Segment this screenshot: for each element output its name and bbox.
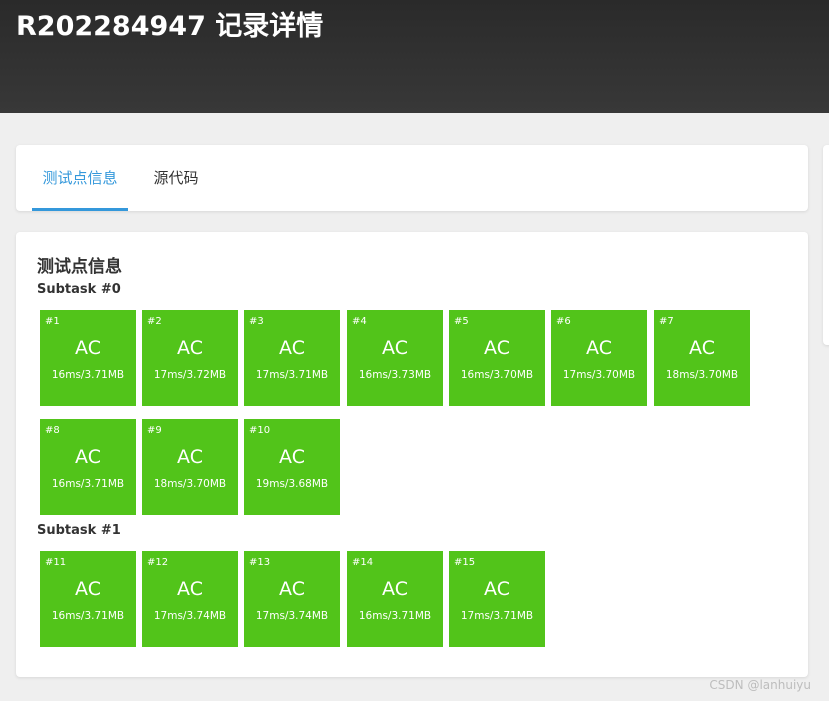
testcase-status: AC <box>177 446 203 468</box>
testcase-card[interactable]: #1 AC 16ms/3.71MB <box>40 310 136 406</box>
testcase-stats: 16ms/3.71MB <box>51 369 125 381</box>
testcase-id: #7 <box>659 316 674 327</box>
testcase-id: #3 <box>249 316 264 327</box>
testcase-panel: 测试点信息 Subtask #0 #1 AC 16ms/3.71MB #2 AC… <box>16 232 808 677</box>
testcase-card[interactable]: #4 AC 16ms/3.73MB <box>347 310 443 406</box>
testcase-stats: 18ms/3.70MB <box>665 369 739 381</box>
testcase-status: AC <box>75 446 101 468</box>
testcase-stats: 16ms/3.73MB <box>358 369 432 381</box>
testcase-card[interactable]: #7 AC 18ms/3.70MB <box>654 310 750 406</box>
testcase-stats: 17ms/3.71MB <box>255 369 329 381</box>
tab-source-code[interactable]: 源代码 <box>150 145 202 211</box>
tabs-card: 测试点信息 源代码 <box>16 145 808 211</box>
testcase-card[interactable]: #6 AC 17ms/3.70MB <box>551 310 647 406</box>
testcase-status: AC <box>279 446 305 468</box>
subtask-label: Subtask #0 <box>37 282 121 297</box>
testcase-status: AC <box>279 337 305 359</box>
watermark: CSDN @lanhuiyu <box>709 678 811 692</box>
testcase-id: #13 <box>249 557 271 568</box>
testcase-card[interactable]: #11 AC 16ms/3.71MB <box>40 551 136 647</box>
testcase-status: AC <box>382 578 408 600</box>
testcase-id: #2 <box>147 316 162 327</box>
page-title: R202284947 记录详情 <box>16 11 324 42</box>
testcase-id: #5 <box>454 316 469 327</box>
tab-testcase-info[interactable]: 测试点信息 <box>32 145 128 211</box>
testcase-stats: 18ms/3.70MB <box>153 478 227 490</box>
testcase-status: AC <box>382 337 408 359</box>
testcase-stats: 17ms/3.74MB <box>255 610 329 622</box>
testcase-id: #15 <box>454 557 476 568</box>
testcase-card[interactable]: #10 AC 19ms/3.68MB <box>244 419 340 515</box>
testcase-status: AC <box>586 337 612 359</box>
testcase-id: #10 <box>249 425 271 436</box>
testcase-status: AC <box>689 337 715 359</box>
testcase-status: AC <box>484 578 510 600</box>
testcase-card[interactable]: #15 AC 17ms/3.71MB <box>449 551 545 647</box>
testcase-id: #12 <box>147 557 169 568</box>
testcase-card[interactable]: #12 AC 17ms/3.74MB <box>142 551 238 647</box>
testcase-stats: 17ms/3.72MB <box>153 369 227 381</box>
testcase-stats: 16ms/3.71MB <box>51 478 125 490</box>
testcase-status: AC <box>484 337 510 359</box>
testcase-stats: 17ms/3.74MB <box>153 610 227 622</box>
testcase-card[interactable]: #3 AC 17ms/3.71MB <box>244 310 340 406</box>
side-panel <box>823 145 829 345</box>
testcase-stats: 17ms/3.70MB <box>562 369 636 381</box>
testcase-id: #9 <box>147 425 162 436</box>
testcase-id: #11 <box>45 557 67 568</box>
testcase-id: #1 <box>45 316 60 327</box>
testcase-id: #4 <box>352 316 367 327</box>
testcase-id: #8 <box>45 425 60 436</box>
testcase-stats: 16ms/3.70MB <box>460 369 534 381</box>
testcase-stats: 16ms/3.71MB <box>51 610 125 622</box>
testcase-card[interactable]: #5 AC 16ms/3.70MB <box>449 310 545 406</box>
testcase-card[interactable]: #9 AC 18ms/3.70MB <box>142 419 238 515</box>
testcase-card[interactable]: #13 AC 17ms/3.74MB <box>244 551 340 647</box>
testcase-id: #14 <box>352 557 374 568</box>
testcase-card[interactable]: #8 AC 16ms/3.71MB <box>40 419 136 515</box>
testcase-card[interactable]: #14 AC 16ms/3.71MB <box>347 551 443 647</box>
testcase-status: AC <box>177 578 203 600</box>
testcase-stats: 16ms/3.71MB <box>358 610 432 622</box>
testcase-status: AC <box>75 578 101 600</box>
testcase-card[interactable]: #2 AC 17ms/3.72MB <box>142 310 238 406</box>
page-header: R202284947 记录详情 <box>0 0 829 113</box>
testcase-stats: 19ms/3.68MB <box>255 478 329 490</box>
section-title: 测试点信息 <box>37 257 122 277</box>
testcase-id: #6 <box>556 316 571 327</box>
testcase-status: AC <box>279 578 305 600</box>
subtask-label: Subtask #1 <box>37 523 121 538</box>
testcase-stats: 17ms/3.71MB <box>460 610 534 622</box>
testcase-status: AC <box>177 337 203 359</box>
testcase-status: AC <box>75 337 101 359</box>
